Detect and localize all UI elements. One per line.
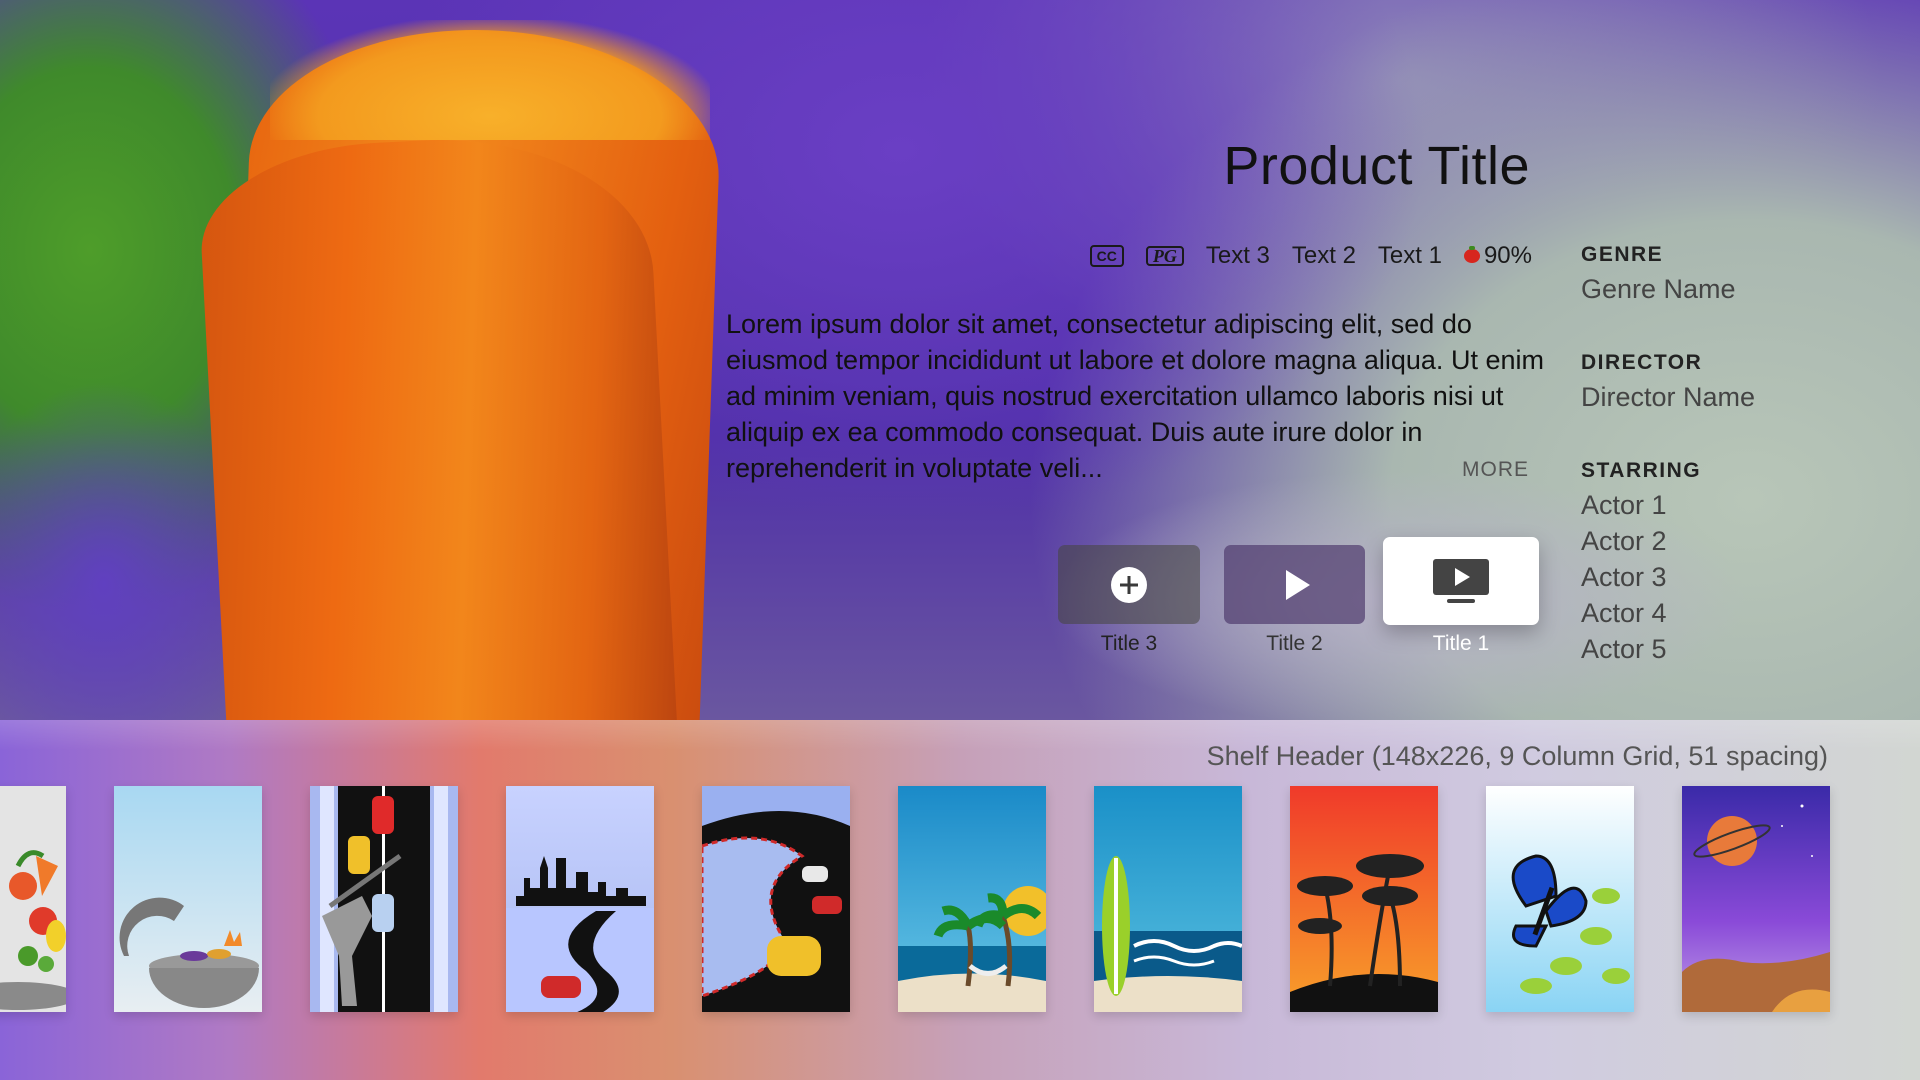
- genre-name: Genre Name: [1581, 274, 1736, 304]
- butterfly-poster[interactable]: [1486, 786, 1634, 1012]
- more-link[interactable]: MORE: [1462, 458, 1529, 482]
- play-button[interactable]: [1224, 545, 1365, 624]
- tomato-icon: [1463, 246, 1480, 263]
- actor-1: Actor 1: [1581, 490, 1667, 520]
- watch-button-label: Title 1: [1432, 632, 1490, 655]
- add-to-list-button[interactable]: [1058, 545, 1200, 624]
- actor-2: Actor 2: [1581, 526, 1667, 556]
- planet-space-poster[interactable]: [1682, 786, 1830, 1012]
- product-title: Product Title: [1223, 136, 1530, 196]
- race-track-poster[interactable]: [702, 786, 850, 1012]
- road-race-cars-poster[interactable]: [310, 786, 458, 1012]
- watch-button[interactable]: [1383, 537, 1539, 625]
- meta-text-2: Text 2: [1291, 242, 1356, 269]
- score-value: 90%: [1483, 242, 1532, 269]
- actor-4: Actor 4: [1581, 598, 1667, 628]
- genre-section: GENRE Genre Name: [1581, 243, 1736, 307]
- vegetables-poster[interactable]: [0, 786, 66, 1012]
- director-heading: DIRECTOR: [1581, 351, 1703, 374]
- product-meta-row: CC PG Text 3 Text 2 Text 1 90%: [1089, 242, 1532, 270]
- starring-heading: STARRING: [1581, 459, 1702, 482]
- actor-3: Actor 3: [1581, 562, 1667, 592]
- tv-play-icon: [1433, 559, 1489, 603]
- add-icon: [1111, 566, 1147, 603]
- surfboard-beach-poster[interactable]: [1094, 786, 1242, 1012]
- barbecue-grill-poster[interactable]: [114, 786, 262, 1012]
- critic-score: 90%: [1463, 242, 1532, 270]
- palm-sunset-poster[interactable]: [1290, 786, 1438, 1012]
- city-skyline-road-poster[interactable]: [506, 786, 654, 1012]
- closed-captions-badge: CC: [1089, 245, 1124, 267]
- starring-section: STARRING Actor 1 Actor 2 Actor 3 Actor 4…: [1581, 459, 1701, 667]
- play-icon: [1285, 569, 1310, 600]
- beach-hammock-poster[interactable]: [898, 786, 1046, 1012]
- actor-5: Actor 5: [1581, 634, 1667, 664]
- genre-heading: GENRE: [1581, 243, 1664, 266]
- play-button-label: Title 2: [1266, 632, 1323, 655]
- director-section: DIRECTOR Director Name: [1581, 351, 1755, 415]
- add-button-label: Title 3: [1100, 632, 1158, 655]
- director-name: Director Name: [1581, 382, 1756, 412]
- shelf-header: Shelf Header (148x226, 9 Column Grid, 51…: [1206, 741, 1828, 771]
- content-rating-badge: PG: [1145, 246, 1184, 266]
- meta-text-3: Text 3: [1205, 242, 1270, 269]
- product-description: Lorem ipsum dolor sit amet, consectetur …: [726, 309, 1544, 483]
- meta-text-1: Text 1: [1377, 242, 1442, 269]
